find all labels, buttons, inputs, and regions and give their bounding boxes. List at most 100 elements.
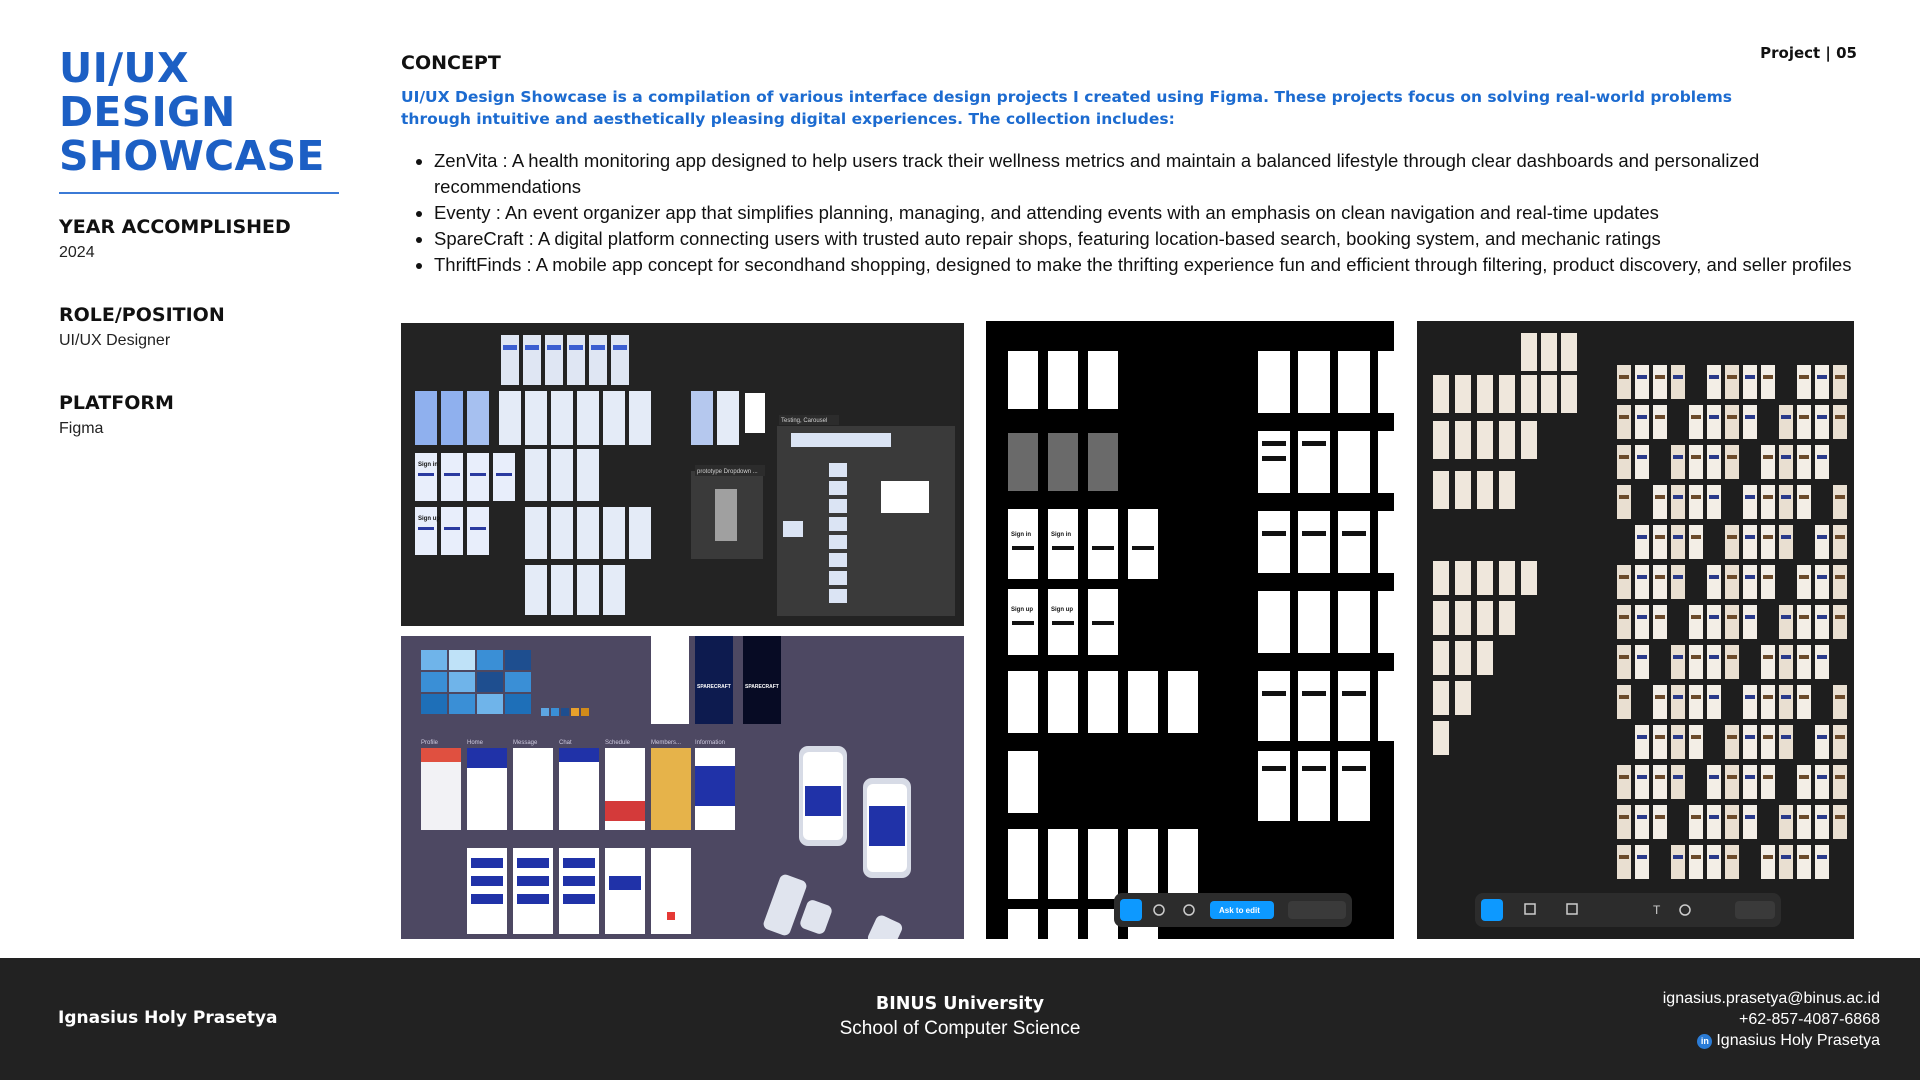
design-frame xyxy=(1617,445,1631,479)
linkedin-link[interactable]: in Ignasius Holy Prasetya xyxy=(1663,1030,1880,1051)
design-frame xyxy=(1617,685,1631,719)
frame-content xyxy=(1745,815,1755,819)
left-column: UI/UX DESIGN SHOWCASE YEAR ACCOMPLISHED … xyxy=(59,46,339,438)
frame-content xyxy=(1655,695,1665,699)
contact-info: ignasius.prasetya@binus.ac.id +62-857-40… xyxy=(1663,988,1880,1051)
frame-content xyxy=(1727,655,1737,659)
frame-content xyxy=(1619,495,1629,499)
design-frame xyxy=(1689,645,1703,679)
frame-content xyxy=(1799,455,1809,459)
section-label: prototype Dropdown ... xyxy=(697,469,758,475)
design-frame xyxy=(1815,525,1829,559)
frame-content xyxy=(1637,375,1647,379)
frame-content xyxy=(1619,655,1629,659)
svg-text:Information: Information xyxy=(695,740,725,746)
design-frame xyxy=(1725,845,1739,879)
frame-content xyxy=(1673,575,1683,579)
phone-number: +62-857-4087-6868 xyxy=(1738,1011,1880,1028)
design-frame xyxy=(1797,605,1811,639)
design-frame xyxy=(1779,645,1793,679)
concept-section: CONCEPT UI/UX Design Showcase is a compi… xyxy=(401,52,1861,278)
design-frame xyxy=(1833,365,1847,399)
figma-board-zenvita: Sign in Sign up prototype Dropdown ... T… xyxy=(401,323,964,626)
design-frame xyxy=(1617,805,1631,839)
frame-content xyxy=(1709,455,1719,459)
design-frame xyxy=(1743,765,1757,799)
frame-content xyxy=(1799,655,1809,659)
frame-content xyxy=(1655,815,1665,819)
svg-text:Chat: Chat xyxy=(559,740,572,746)
design-frame xyxy=(1707,845,1721,879)
design-frame xyxy=(1743,725,1757,759)
figma-board-sparecraft: SPARECRAFT SPARECRAFT Profile Home Messag… xyxy=(401,636,964,939)
design-frame xyxy=(1635,805,1649,839)
design-frame xyxy=(1635,445,1649,479)
frame-content xyxy=(1763,455,1773,459)
design-frame xyxy=(1815,765,1829,799)
design-frame xyxy=(1653,485,1667,519)
design-frame xyxy=(1797,365,1811,399)
design-frame xyxy=(1761,645,1775,679)
linkedin-icon: in xyxy=(1697,1034,1713,1049)
design-frame xyxy=(1635,725,1649,759)
frame-content xyxy=(1637,655,1647,659)
design-frame xyxy=(1653,405,1667,439)
design-frame xyxy=(1833,605,1847,639)
design-frame xyxy=(1635,525,1649,559)
frame-content xyxy=(1673,495,1683,499)
school-name: School of Computer Science xyxy=(839,1018,1081,1039)
frame-content xyxy=(1637,415,1647,419)
design-frame xyxy=(1689,605,1703,639)
design-frame xyxy=(1779,685,1793,719)
frame-content xyxy=(1727,615,1737,619)
section-label: Testing, Carousel xyxy=(781,418,827,424)
design-frame xyxy=(1725,605,1739,639)
design-frame xyxy=(1617,845,1631,879)
meta-value: UI/UX Designer xyxy=(59,332,171,349)
svg-text:Sign up: Sign up xyxy=(1011,607,1033,613)
design-frame xyxy=(1779,485,1793,519)
design-frame xyxy=(1743,405,1757,439)
frame-content xyxy=(1781,455,1791,459)
frame-content xyxy=(1691,815,1701,819)
design-frame xyxy=(1707,685,1721,719)
design-frame xyxy=(1653,805,1667,839)
frame-content xyxy=(1727,535,1737,539)
design-frame xyxy=(1815,645,1829,679)
frame-content xyxy=(1745,775,1755,779)
list-item: ThriftFinds : A mobile app concept for s… xyxy=(434,252,1861,278)
svg-text:Members...: Members... xyxy=(651,740,681,746)
design-frame xyxy=(1725,445,1739,479)
design-frame xyxy=(1635,605,1649,639)
frame-content xyxy=(1781,655,1791,659)
design-frame xyxy=(1815,365,1829,399)
frame-content xyxy=(1673,695,1683,699)
frame-content xyxy=(1781,855,1791,859)
frame-content xyxy=(1655,535,1665,539)
design-frame xyxy=(1725,765,1739,799)
design-frame xyxy=(1761,525,1775,559)
design-frame xyxy=(1725,805,1739,839)
design-frame xyxy=(1689,485,1703,519)
frame-content xyxy=(1781,415,1791,419)
design-frame xyxy=(1653,765,1667,799)
move-tool-icon xyxy=(1120,899,1142,921)
signup-label: Sign up xyxy=(418,516,440,522)
meta-label: PLATFORM xyxy=(59,392,174,414)
design-frame xyxy=(1815,725,1829,759)
design-frame xyxy=(1815,405,1829,439)
design-frame xyxy=(1707,805,1721,839)
frame-content xyxy=(1781,495,1791,499)
email-link[interactable]: ignasius.prasetya@binus.ac.id xyxy=(1663,988,1880,1009)
frame-content xyxy=(1799,775,1809,779)
frame-content xyxy=(1817,455,1827,459)
frame-content xyxy=(1637,855,1647,859)
figma-board-thriftfinds: T xyxy=(1417,321,1854,939)
frame-content xyxy=(1709,615,1719,619)
title-line-2: SHOWCASE xyxy=(59,132,325,180)
frame-content xyxy=(1745,375,1755,379)
frame-content xyxy=(1799,615,1809,619)
frame-content xyxy=(1673,535,1683,539)
design-frame xyxy=(1761,365,1775,399)
design-frame xyxy=(1653,725,1667,759)
